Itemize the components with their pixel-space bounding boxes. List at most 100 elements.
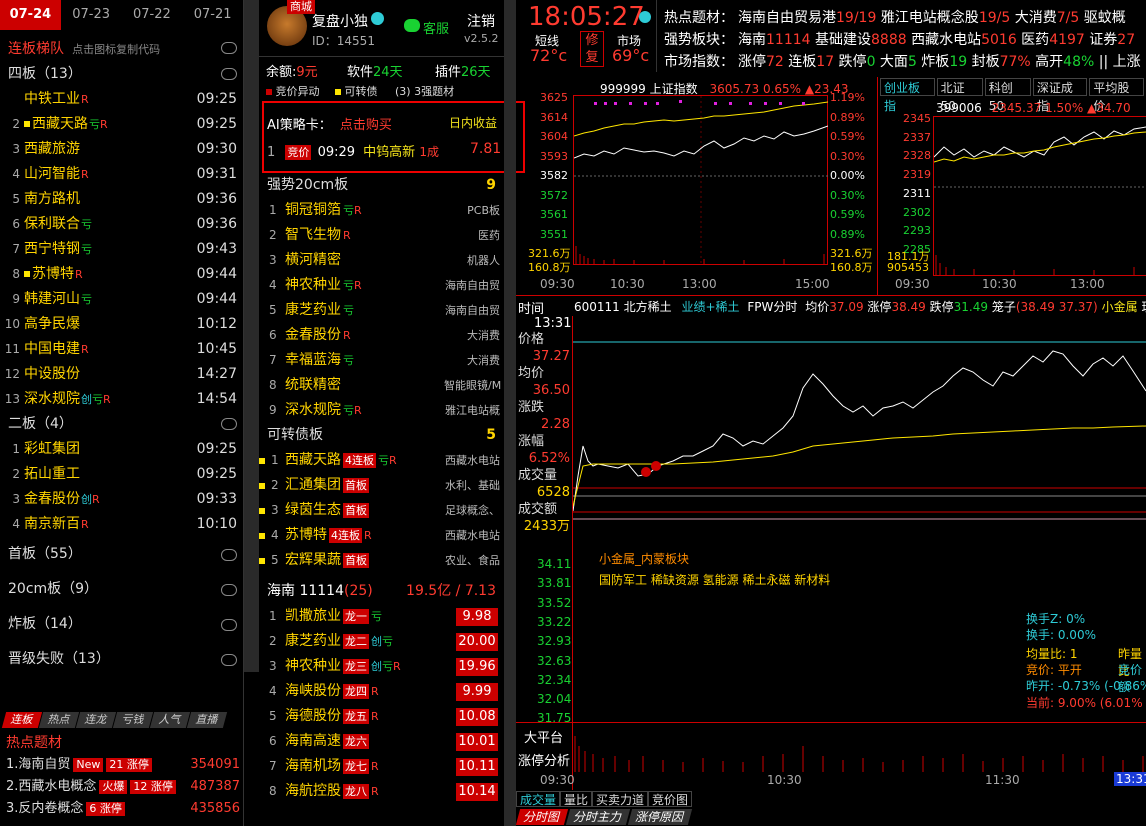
strong-row[interactable]: 8 统联精密 智能眼镜/M: [259, 373, 504, 398]
logout-button[interactable]: 注销: [467, 11, 495, 31]
board-row[interactable]: 6 保利联合亏 09:36: [0, 212, 243, 237]
ai-buy-link[interactable]: 点击购买: [340, 118, 392, 133]
board-row[interactable]: 10 高争民爆 10:12: [0, 312, 243, 337]
bottom-tab-1[interactable]: 热点: [38, 712, 80, 728]
line1-segment: 驱蚊概: [1079, 10, 1126, 26]
bottom-tab-2[interactable]: 连龙: [75, 712, 117, 728]
indicator-tab-1[interactable]: 量比: [560, 791, 593, 807]
hn-row[interactable]: 5 海德股份 龙五 R 10.08: [259, 704, 504, 729]
strong-sectors-line[interactable]: 海南11114 基础建设8888 西藏水电站5016 医药4197 证券27: [738, 29, 1135, 49]
strong-row[interactable]: 5 康芝药业亏海南自由贸: [259, 298, 504, 323]
index-tab-3[interactable]: 深证成指: [1032, 78, 1088, 113]
strong-row[interactable]: 1 铜冠铜箔 亏R PCB板: [259, 198, 504, 223]
indicator-tab-2[interactable]: 买卖力道: [592, 791, 649, 807]
index-tab-0[interactable]: 创业板指: [880, 78, 935, 113]
cloud-icon[interactable]: [221, 68, 237, 80]
board-row[interactable]: 13 深水规院创亏R 14:54: [0, 387, 243, 412]
view-tab-1[interactable]: 分时主力: [565, 809, 631, 825]
stock-theme[interactable]: 业绩+稀土: [681, 300, 739, 314]
cb-row[interactable]: 4 苏博特 4连板 R 西藏水电站: [259, 523, 504, 548]
board-row[interactable]: 3 金春股份创R 09:33: [0, 487, 243, 512]
hn-row[interactable]: 3 神农种业 龙三 创亏R 19.96: [259, 654, 504, 679]
stock-mode[interactable]: FPW分时: [747, 300, 797, 314]
wechat-icon[interactable]: [404, 19, 420, 32]
hot-topics-line[interactable]: 海南自由贸易港19/19 雅江电站概念股19/5 大消费7/5 驱蚊概: [738, 7, 1126, 27]
bottom-tab-4[interactable]: 人气: [149, 712, 191, 728]
cloud-icon[interactable]: [221, 619, 237, 631]
index-tab-1[interactable]: 北证50: [936, 78, 983, 113]
buy-marker-2[interactable]: [651, 461, 661, 471]
date-tab-1[interactable]: 07-23: [61, 0, 122, 30]
date-tab-0[interactable]: 07-24: [0, 0, 61, 30]
hot-row[interactable]: 3.反内卷概念 6 涨停 435856: [0, 798, 244, 820]
board-row[interactable]: 11 中国电建R 10:45: [0, 337, 243, 362]
indicator-tab-0[interactable]: 成交量: [516, 791, 561, 807]
hn-row[interactable]: 2 康芝药业 龙二 创亏 20.00: [259, 629, 504, 654]
limit-analysis-label[interactable]: 涨停分析: [518, 750, 570, 769]
collapsed-section[interactable]: 首板（55）: [0, 537, 243, 572]
hot-row[interactable]: 1.海南自贸 New 21 涨停 354091: [0, 754, 244, 776]
board-row[interactable]: 12 中设股份 14:27: [0, 362, 243, 387]
hot-row[interactable]: 2.西藏水电概念 火爆 12 涨停 487387: [0, 776, 244, 798]
board-row[interactable]: 2 西藏天路亏R 09:25: [0, 112, 243, 137]
index-tab-2[interactable]: 科创50: [984, 78, 1031, 113]
board-section-header[interactable]: 二板（4）: [0, 412, 243, 437]
hn-row[interactable]: 4 海峡股份 龙四 R 9.99: [259, 679, 504, 704]
buy-marker-1[interactable]: [641, 467, 651, 477]
cloud-icon[interactable]: [221, 654, 237, 666]
repair-box[interactable]: 修 复: [580, 31, 604, 67]
cloud-icon[interactable]: [221, 584, 237, 596]
index-tab-4[interactable]: 平均股价: [1089, 78, 1144, 113]
board-row[interactable]: 1 彩虹集团 09:25: [0, 437, 243, 462]
service-link[interactable]: 客服: [423, 18, 449, 37]
board-row[interactable]: 中铁工业R 09:25: [0, 87, 243, 112]
board-row[interactable]: 4 南京新百R 10:10: [0, 512, 243, 537]
board-row[interactable]: 7 西宁特钢亏 09:43: [0, 237, 243, 262]
bottom-tab-5[interactable]: 直播: [186, 712, 228, 728]
bottom-tab-0[interactable]: 连板: [1, 712, 43, 728]
hn-row[interactable]: 6 海南高速 龙六 10.01: [259, 729, 504, 754]
strong-row[interactable]: 4 神农种业 亏R 海南自由贸: [259, 273, 504, 298]
cb-row[interactable]: 5 宏辉果蔬 首板 农业、食品: [259, 548, 504, 573]
strong-row[interactable]: 6 金春股份 R 大消费: [259, 323, 504, 348]
bottom-tab-3[interactable]: 亏钱: [112, 712, 154, 728]
collapsed-section[interactable]: 晋级失败（13）: [0, 642, 243, 677]
stock-tag: 创亏R: [371, 660, 401, 673]
ai-strategy-card[interactable]: [262, 101, 525, 173]
board-row[interactable]: 8 苏博特R 09:44: [0, 262, 243, 287]
ai-card-row[interactable]: 1 竞价 09:29 中钨高新 1成: [267, 141, 439, 160]
strong-row[interactable]: 7 幸福蓝海亏 大消费: [259, 348, 504, 373]
view-tab-0[interactable]: 分时图: [515, 809, 569, 825]
middle-scrollbar[interactable]: [504, 0, 516, 826]
board-row[interactable]: 2 拓山重工 09:25: [0, 462, 243, 487]
board-tag: 亏: [81, 293, 92, 306]
strong-row[interactable]: 3 横河精密 机器人: [259, 248, 504, 273]
board-row[interactable]: 4 山河智能R 09:31: [0, 162, 243, 187]
cb-row[interactable]: 3 绿茵生态 首板 足球概念、: [259, 498, 504, 523]
board-row[interactable]: 5 南方路机 09:36: [0, 187, 243, 212]
collapsed-section[interactable]: 20cm板（9）: [0, 572, 243, 607]
hn-row[interactable]: 7 海南机场 龙七 R 10.11: [259, 754, 504, 779]
cloud-icon[interactable]: [221, 418, 237, 430]
view-tab-2[interactable]: 涨停原因: [627, 809, 693, 825]
date-tab-3[interactable]: 07-21: [182, 0, 243, 30]
hn-row[interactable]: 8 海航控股 龙八 R 10.14: [259, 779, 504, 804]
cloud-icon[interactable]: [221, 42, 237, 54]
cb-row[interactable]: 1 西藏天路 4连板 亏R 西藏水电站: [259, 448, 504, 473]
board-section-header[interactable]: 四板（13）: [0, 62, 243, 87]
stock-up-label: 涨停: [867, 300, 892, 314]
board-row[interactable]: 9 韩建河山亏 09:44: [0, 287, 243, 312]
strong-row[interactable]: 9 深水规院 亏R 雅江电站概: [259, 398, 504, 423]
hn-row[interactable]: 1 凯撒旅业 龙一亏 9.98: [259, 604, 504, 629]
shop-badge[interactable]: 商城: [287, 0, 315, 14]
refresh-icon[interactable]: [639, 11, 651, 23]
cb-row[interactable]: 2 汇通集团 首板 水利、基础: [259, 473, 504, 498]
date-tab-2[interactable]: 07-22: [122, 0, 183, 30]
left-scrollbar[interactable]: [244, 0, 259, 672]
board-row[interactable]: 3 西藏旅游 09:30: [0, 137, 243, 162]
indicator-tab-3[interactable]: 竞价图: [648, 791, 693, 807]
strong-row[interactable]: 2 智飞生物 R 医药: [259, 223, 504, 248]
cloud-icon[interactable]: [221, 549, 237, 561]
collapsed-section[interactable]: 炸板（14）: [0, 607, 243, 642]
platform-label[interactable]: 大平台: [524, 727, 563, 746]
